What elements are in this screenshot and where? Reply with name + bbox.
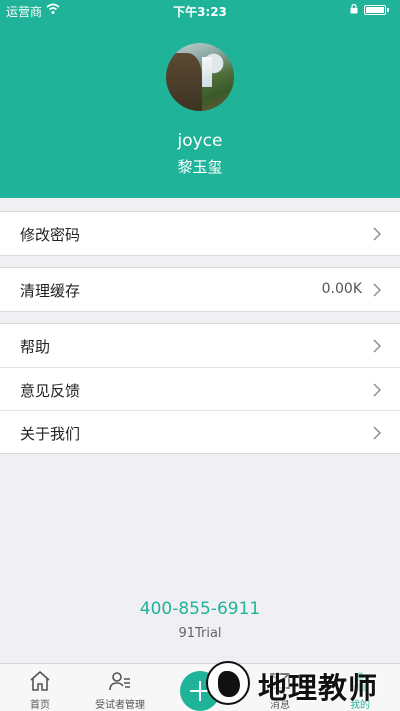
feedback-label: 意见反馈 [20,382,81,400]
about-label: 关于我们 [20,425,81,443]
chevron-right-icon [373,227,381,241]
tab-home[interactable]: 首页 [0,664,80,711]
profile-header: joyce 黎玉玺 [0,20,400,198]
settings-group-info: 帮助 意见反馈 关于我们 [0,323,400,454]
home-icon [30,671,50,691]
feedback-row[interactable]: 意见反馈 [0,367,400,410]
real-name: 黎玉玺 [177,158,223,176]
chevron-right-icon [373,383,381,397]
tab-home-label: 首页 [30,700,50,711]
avatar[interactable] [166,43,234,111]
tab-subjects-label: 受试者管理 [95,700,145,711]
chevron-right-icon [373,283,381,297]
change-password-row[interactable]: 修改密码 [0,212,400,255]
settings-group-account: 修改密码 [0,211,400,256]
help-row[interactable]: 帮助 [0,324,400,367]
battery-icon [364,5,389,15]
tab-subjects[interactable]: 受试者管理 [80,664,160,711]
brand-label: 91Trial [178,626,222,641]
chevron-right-icon [373,426,381,440]
user-list-icon [109,672,130,691]
watermark: 地理教师 [200,655,400,711]
help-label: 帮助 [20,338,51,356]
status-bar: 运营商 下午3:23 [0,0,400,20]
chevron-right-icon [373,339,381,353]
support-phone-link[interactable]: 400-855-6911 [0,599,400,619]
clear-cache-label: 清理缓存 [20,282,81,300]
globe-icon [206,661,250,705]
about-row[interactable]: 关于我们 [0,410,400,453]
clear-cache-row[interactable]: 清理缓存 0.00K [0,268,400,311]
status-time: 下午3:23 [173,5,227,19]
settings-group-cache: 清理缓存 0.00K [0,267,400,312]
cache-size-value: 0.00K [321,281,362,297]
watermark-text: 地理教师 [258,671,379,705]
rotation-lock-icon [350,4,358,14]
username: joyce [177,131,223,151]
change-password-label: 修改密码 [20,226,81,244]
